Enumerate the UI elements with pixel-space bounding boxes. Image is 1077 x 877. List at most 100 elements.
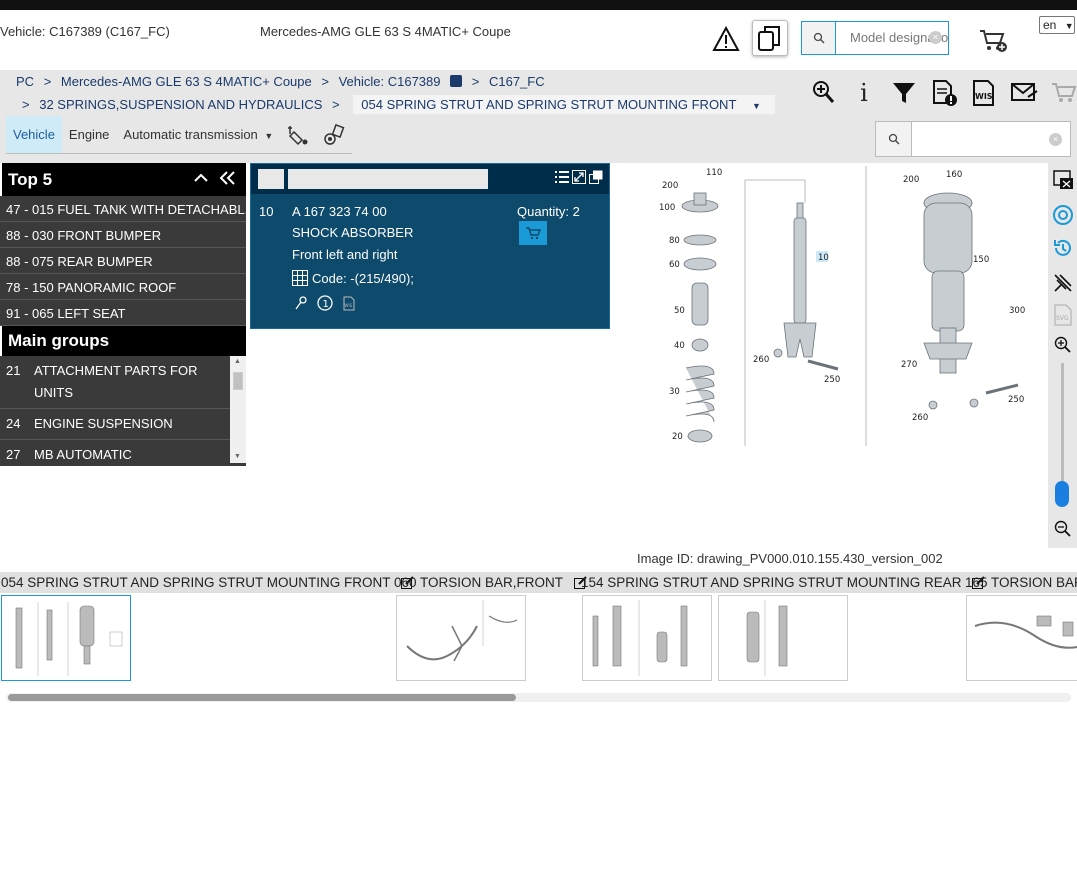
thumbnail-image[interactable] [396,595,526,681]
top5-item[interactable]: 88 - 030 FRONT BUMPER [0,222,246,248]
equipment-icon[interactable] [316,116,352,153]
list-item[interactable]: 21 ATTACHMENT PARTS FOR UNITS [0,356,230,409]
part-number[interactable]: A 167 323 74 00 [292,204,387,219]
wis-document-icon[interactable]: WIS [343,296,355,311]
scroll-thumb[interactable] [233,372,243,390]
part-note: Front left and right [292,247,398,262]
top5-item[interactable]: 91 - 065 LEFT SEAT [0,300,246,326]
search-button[interactable] [802,22,836,54]
crumb-model[interactable]: Mercedes-AMG GLE 63 S 4MATIC+ Coupe [61,74,312,89]
crumb-vehicle[interactable]: Vehicle: C167389 [339,74,441,89]
add-to-cart-icon[interactable] [978,28,1008,54]
thumbnail-image[interactable] [1,595,131,681]
select-all-checkbox[interactable] [258,169,284,189]
model-search: Model designation × [801,21,949,55]
svg-text:20: 20 [672,432,683,442]
svg-text:60: 60 [669,260,680,270]
thumbnail-image[interactable] [966,595,1077,681]
thumbnail-title[interactable]: 060 TORSION BAR,FRONT [394,572,587,593]
svg-text:110: 110 [706,168,722,178]
part-name: SHOCK ABSORBER [292,225,414,240]
crumb-pc[interactable]: PC [16,74,34,89]
scroll-thumb[interactable] [8,694,516,701]
drawing-tools: SVG [1048,163,1077,548]
list-item[interactable]: 27 MB AUTOMATIC TRANSMISSION [0,440,230,463]
history-icon[interactable] [1051,236,1075,260]
tab-vehicle[interactable]: Vehicle [6,116,62,153]
part-filter-input[interactable] [288,169,488,189]
list-icon[interactable] [555,170,569,184]
warning-icon[interactable] [712,25,740,52]
part-search: × [875,121,1071,157]
mail-icon[interactable] [1004,76,1044,110]
part-panel-header [251,164,609,194]
search-button[interactable] [876,122,912,156]
tab-engine[interactable]: Engine [62,116,116,153]
thumbnail-image[interactable] [718,595,848,681]
popout-icon[interactable] [589,170,603,184]
svg-export-icon[interactable]: SVG [1051,303,1075,327]
copy-button[interactable] [752,20,788,56]
part-search-input[interactable] [912,122,1070,156]
thumbnail-image[interactable] [582,595,712,681]
svg-text:270: 270 [901,360,917,370]
filter-icon[interactable] [884,76,924,110]
chevron-up-icon[interactable] [192,169,210,187]
paint-icon[interactable] [280,116,316,153]
top5-header: Top 5 [0,163,246,196]
scroll-up-arrow[interactable]: ▲ [234,358,241,365]
zoom-in-icon[interactable] [1051,333,1075,357]
crumb-group[interactable]: 32 SPRINGS,SUSPENSION AND HYDRAULICS [39,97,322,112]
document-alert-icon[interactable] [924,76,964,110]
model-label: Mercedes-AMG GLE 63 S 4MATIC+ Coupe [260,24,511,39]
copy-icon [758,26,780,51]
thumbnail-title[interactable]: 054 SPRING STRUT AND SPRING STRUT MOUNTI… [1,572,414,593]
list-item[interactable]: 24 ENGINE SUSPENSION [0,409,230,440]
cart-icon [526,227,541,240]
svg-text:250: 250 [1008,395,1024,405]
number-one-icon[interactable]: 1 [317,295,333,311]
breadcrumb: PC > Mercedes-AMG GLE 63 S 4MATIC+ Coupe… [0,70,1077,116]
search-icon [813,32,824,44]
key-icon[interactable] [295,296,307,310]
wis-icon[interactable]: WIS [964,76,1004,110]
top5-item[interactable]: 47 - 015 FUEL TANK WITH DETACHABL... [0,196,246,222]
svg-text:260: 260 [912,413,928,423]
svg-text:160: 160 [946,170,962,180]
clear-icon[interactable]: × [929,31,942,44]
scrollbar[interactable]: ▲ ▼ [230,356,246,463]
zoom-in-icon[interactable] [804,76,844,110]
thumbnail-title[interactable]: 154 SPRING STRUT AND SPRING STRUT MOUNTI… [581,572,986,593]
caret-down-icon: ▼ [264,131,274,141]
tab-automatic-transmission[interactable]: Automatic transmission ▼ [116,116,280,153]
collapse-left-icon[interactable] [218,169,236,187]
unpin-icon[interactable] [1051,271,1075,295]
svg-text:1: 1 [323,299,329,310]
top5-item[interactable]: 78 - 150 PANORAMIC ROOF [0,274,246,300]
part-quantity: Quantity: 2 [517,204,580,219]
expand-icon[interactable] [572,170,586,184]
clear-icon[interactable]: × [1049,133,1062,146]
thumbnail-titles: 054 SPRING STRUT AND SPRING STRUT MOUNTI… [0,572,1077,593]
thumbnail-title[interactable]: 165 TORSION BAR [965,572,1077,593]
svg-text:100: 100 [659,203,675,213]
top-strip [0,0,1077,10]
target-icon[interactable] [1051,203,1075,227]
zoom-slider-thumb[interactable] [1055,481,1069,507]
model-search-input[interactable]: Model designation × [836,22,948,54]
parts-drawing[interactable]: 110 200 100 80 60 50 40 30 20 10 260 250… [628,163,1048,448]
scroll-down-arrow[interactable]: ▼ [234,453,241,460]
code-grid-icon [292,270,308,286]
horizontal-scrollbar[interactable] [6,693,1071,702]
zoom-out-icon[interactable] [1051,517,1075,541]
top5-item[interactable]: 88 - 075 REAR BUMPER [0,248,246,274]
copy-small-icon[interactable] [450,75,463,87]
crumb-subgroup-dropdown[interactable]: 054 SPRING STRUT AND SPRING STRUT MOUNTI… [353,95,775,114]
crumb-variant[interactable]: C167_FC [489,74,545,89]
language-select[interactable]: en ▼ [1039,16,1075,34]
svg-text:80: 80 [669,236,680,246]
info-icon[interactable]: i [844,76,884,110]
close-drawing-icon[interactable] [1051,167,1075,191]
part-position: 10 [259,204,274,219]
add-to-cart-button[interactable] [519,221,547,245]
